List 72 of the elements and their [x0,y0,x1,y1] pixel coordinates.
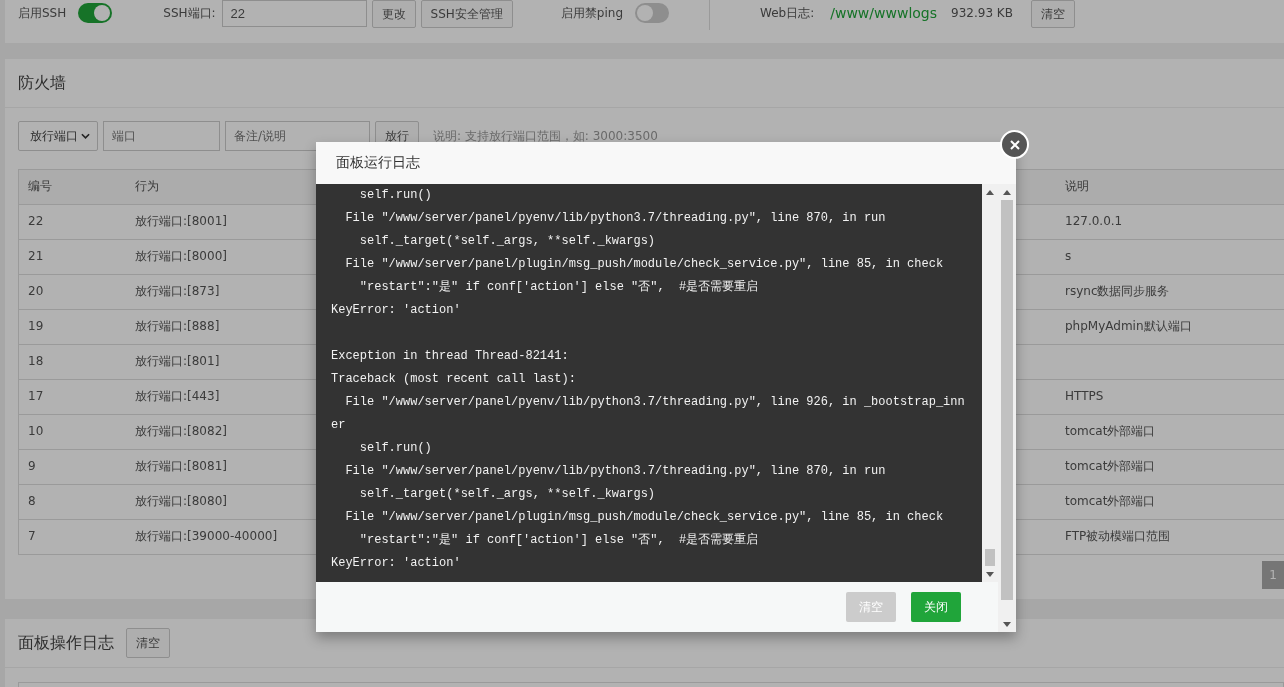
table-cell-text: 放行端口:[8080] [135,493,227,510]
table-cell-text: phpMyAdmin默认端口 [1065,318,1192,335]
log-line: Exception in thread Thread-82141: [331,348,570,365]
log-line: KeyError: 'action' [331,555,462,572]
table-cell-text: 放行端口:[443] [135,388,220,405]
clear-button[interactable]: 清空 [126,628,170,658]
log-line: File "/www/server/panel/pyenv/lib/python3.7/threading.py", line 870, in run [344,463,887,480]
port-field[interactable]: 22 [221,0,367,27]
table-cell-text: 8 [28,493,36,510]
table-cell-text: 放行端口:[888] [135,318,220,335]
scrollbar-thumb[interactable] [1001,200,1013,600]
field-label: SSH端口: [163,5,216,22]
log-line: self._target(*self._args, **self._kwargs) [358,233,657,250]
note-field[interactable]: 备注/说明 [225,121,370,151]
column-header: 行为 [135,178,159,195]
table-cell-text: 放行端口:[39000-40000] [135,528,278,545]
log-line: File "/www/server/panel/plugin/msg_push/module/check_service.py", line 85, in check [344,509,945,526]
table-cell-text: 17 [28,388,44,405]
button[interactable]: 清空 [1030,0,1075,28]
toggle-label: 启用SSH [18,5,67,22]
path-link[interactable]: /www/wwwlogs [830,0,938,27]
table-cell-text: 127.0.0.1 [1065,213,1123,230]
table-cell-text: 放行端口:[801] [135,353,220,370]
table-cell-text: 放行端口:[873] [135,283,220,300]
table-cell-text: 放行端口:[8000] [135,248,227,265]
dialog-title: 面板运行日志 [336,154,420,172]
table-cell-text: tomcat外部端口 [1065,423,1156,440]
log-line: self._target(*self._args, **self._kwargs) [358,486,657,503]
scrollbar[interactable] [998,184,1016,632]
toggle-switch[interactable] [635,3,670,23]
log-line: "restart":"是" if conf['action'] else "否", #是否需要重启 [358,279,760,296]
type-select[interactable]: 放行端口 [18,121,98,151]
table-cell-text: tomcat外部端口 [1065,458,1156,475]
button[interactable]: 更改 [371,0,416,28]
table-cell-text: s [1065,248,1072,265]
table-cell-text: 9 [28,458,36,475]
scrollbar[interactable] [982,184,998,582]
table-cell-text: 放行端口:[8082] [135,423,227,440]
port-field[interactable]: 端口 [103,121,220,151]
column-header: 编号 [28,178,52,195]
table-cell-text: 18 [28,353,44,370]
size-text: 932.93 KB [951,5,1013,22]
table-cell-text: 放行端口:[8081] [135,458,227,475]
log-line: File "/www/server/panel/plugin/msg_push/module/check_service.py", line 85, in check [344,256,945,273]
scrollbar-thumb[interactable] [985,549,995,566]
button[interactable]: SSH安全管理 [420,0,513,28]
log-line: File "/www/server/panel/pyenv/lib/python3.7/threading.py", line 870, in run [344,210,887,227]
toggle-switch[interactable] [78,3,113,23]
field-label: Web日志: [760,5,815,22]
log-line: "restart":"是" if conf['action'] else "否", #是否需要重启 [358,532,760,549]
table-cell-text: 21 [28,248,44,265]
table-cell-text: HTTPS [1065,388,1104,405]
caret-icon[interactable] [81,133,90,139]
table-cell-text: 7 [28,528,36,545]
table-cell-text: FTP被动模端口范围 [1065,528,1171,545]
table-cell-text: 22 [28,213,44,230]
close-button[interactable]: 关闭 [911,592,961,622]
toggle-label: 启用禁ping [560,5,624,22]
log-line: self.run() [358,440,433,457]
table-cell-text: 20 [28,283,44,300]
table-cell-text: 19 [28,318,44,335]
panel-title: 防火墙 [18,72,66,94]
table-cell-text: tomcat外部端口 [1065,493,1156,510]
panel-title: 面板操作日志 [18,632,114,654]
log-line: Traceback (most recent call last): [331,371,577,388]
log-line: self.run() [358,187,433,204]
table-cell-text: 10 [28,423,44,440]
table-cell-text: rsync数据同步服务 [1065,283,1170,300]
log-line: KeyError: 'action' [331,302,462,319]
column-header: 说明 [1065,178,1089,195]
table-cell-text: 放行端口:[8001] [135,213,227,230]
hint-text: 说明: 支持放行端口范围，如: 3000:3500 [433,127,658,145]
